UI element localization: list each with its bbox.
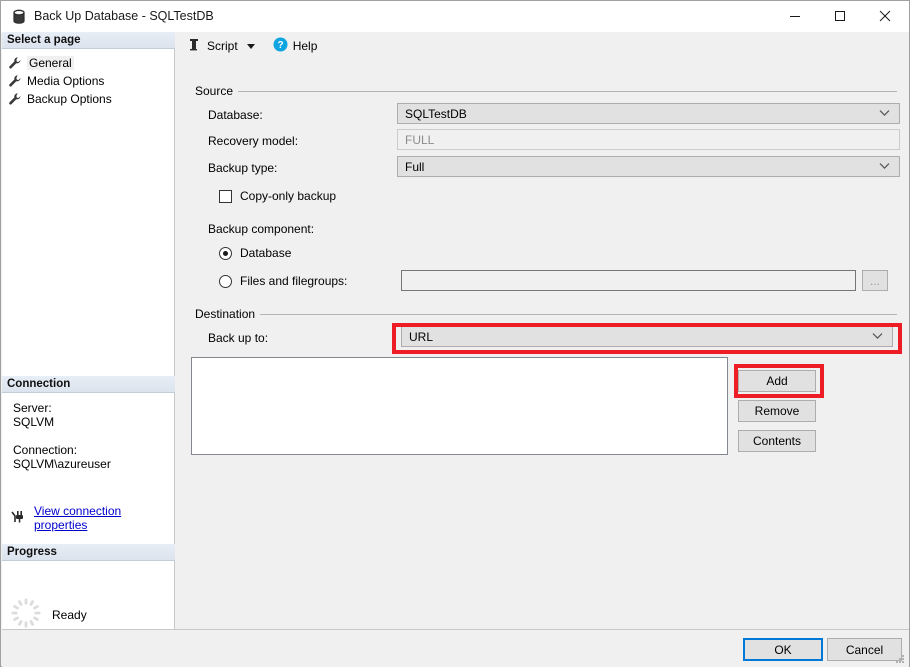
backup-type-value: Full: [405, 160, 424, 174]
help-circle-icon: ?: [273, 37, 288, 55]
remove-label: Remove: [755, 404, 800, 418]
copy-only-backup-label: Copy-only backup: [240, 189, 336, 203]
script-label: Script: [207, 39, 238, 53]
progress-row: Ready: [10, 597, 87, 632]
sidebar-item-label: Backup Options: [27, 92, 112, 106]
sidebar-item-label: Media Options: [27, 74, 104, 88]
radio-icon: [219, 275, 232, 288]
component-files-label: Files and filegroups:: [240, 274, 347, 288]
view-connection-properties-row[interactable]: View connection properties: [10, 504, 174, 532]
back-up-to-combo[interactable]: URL: [401, 326, 893, 347]
backup-type-label: Backup type:: [208, 161, 277, 175]
right-pane: Script ? Help Source Database: SQLTestDB: [175, 32, 909, 629]
toolbar: Script ? Help: [175, 32, 910, 60]
contents-button[interactable]: Contents: [738, 430, 816, 452]
sidebar-item-backup-options[interactable]: Backup Options: [8, 90, 116, 107]
component-database-radio[interactable]: Database: [219, 246, 291, 260]
help-button[interactable]: ? Help: [269, 35, 322, 57]
left-pane: Select a page General Media Options: [2, 32, 175, 629]
wrench-icon: [8, 74, 22, 88]
ok-label: OK: [774, 643, 791, 657]
connection-value: SQLVM\azureuser: [13, 457, 111, 471]
plug-icon: [10, 510, 26, 527]
database-icon: [11, 9, 27, 25]
title-bar: Back Up Database - SQLTestDB: [1, 1, 909, 33]
contents-label: Contents: [753, 434, 801, 448]
destination-group-divider: [259, 314, 897, 315]
copy-only-backup-checkbox[interactable]: Copy-only backup: [219, 189, 336, 203]
script-icon: [187, 37, 202, 55]
backup-component-label: Backup component:: [208, 222, 314, 236]
minimize-button[interactable]: [772, 1, 817, 31]
chevron-down-icon: [872, 328, 883, 342]
ok-button[interactable]: OK: [743, 638, 823, 661]
cancel-label: Cancel: [846, 643, 883, 657]
maximize-button[interactable]: [817, 1, 862, 31]
minimize-icon: [789, 10, 801, 22]
chevron-down-icon: [879, 158, 890, 172]
help-label: Help: [293, 39, 318, 53]
resize-grip[interactable]: [894, 653, 906, 665]
spinner-icon: [10, 597, 42, 632]
wrench-icon: [8, 92, 22, 106]
footer-bar: OK Cancel: [2, 629, 909, 667]
connection-header: Connection: [2, 376, 175, 393]
close-icon: [879, 10, 891, 22]
maximize-icon: [834, 10, 846, 22]
script-button[interactable]: Script: [183, 35, 259, 57]
wrench-icon: [8, 56, 22, 70]
remove-button[interactable]: Remove: [738, 400, 816, 422]
add-button[interactable]: Add: [738, 370, 816, 392]
chevron-down-icon[interactable]: [247, 44, 255, 49]
backup-database-dialog: Back Up Database - SQLTestDB Select a pa…: [0, 0, 910, 667]
progress-header: Progress: [2, 544, 175, 561]
svg-text:?: ?: [277, 40, 283, 51]
server-label: Server:: [13, 401, 52, 415]
destination-group-label: Destination: [195, 307, 260, 321]
sidebar-item-label: General: [27, 56, 74, 70]
browse-label: ...: [870, 274, 880, 288]
sidebar-item-media-options[interactable]: Media Options: [8, 72, 108, 89]
select-a-page-header: Select a page: [2, 32, 175, 49]
files-filegroups-input[interactable]: [401, 270, 856, 291]
chevron-down-icon: [879, 105, 890, 119]
component-files-radio[interactable]: Files and filegroups:: [219, 274, 347, 288]
database-label: Database:: [208, 108, 263, 122]
view-connection-properties-link[interactable]: View connection properties: [34, 504, 174, 532]
database-combo[interactable]: SQLTestDB: [397, 103, 900, 124]
add-label: Add: [766, 374, 787, 388]
recovery-model-field: FULL: [397, 129, 900, 150]
back-up-to-value: URL: [409, 330, 433, 344]
close-button[interactable]: [862, 1, 907, 31]
server-value: SQLVM: [13, 415, 54, 429]
recovery-model-value: FULL: [405, 133, 434, 147]
radio-icon: [219, 247, 232, 260]
component-database-label: Database: [240, 246, 291, 260]
source-group-label: Source: [195, 84, 238, 98]
destination-list[interactable]: [191, 357, 728, 455]
backup-type-combo[interactable]: Full: [397, 156, 900, 177]
back-up-to-label: Back up to:: [208, 331, 268, 345]
connection-label: Connection:: [13, 443, 77, 457]
database-value: SQLTestDB: [405, 107, 467, 121]
window-title: Back Up Database - SQLTestDB: [34, 9, 214, 23]
progress-status: Ready: [52, 608, 87, 622]
recovery-model-label: Recovery model:: [208, 134, 298, 148]
cancel-button[interactable]: Cancel: [827, 638, 902, 661]
files-browse-button[interactable]: ...: [862, 270, 888, 291]
sidebar-item-general[interactable]: General: [8, 54, 78, 71]
source-group-divider: [237, 91, 897, 92]
checkbox-icon: [219, 190, 232, 203]
